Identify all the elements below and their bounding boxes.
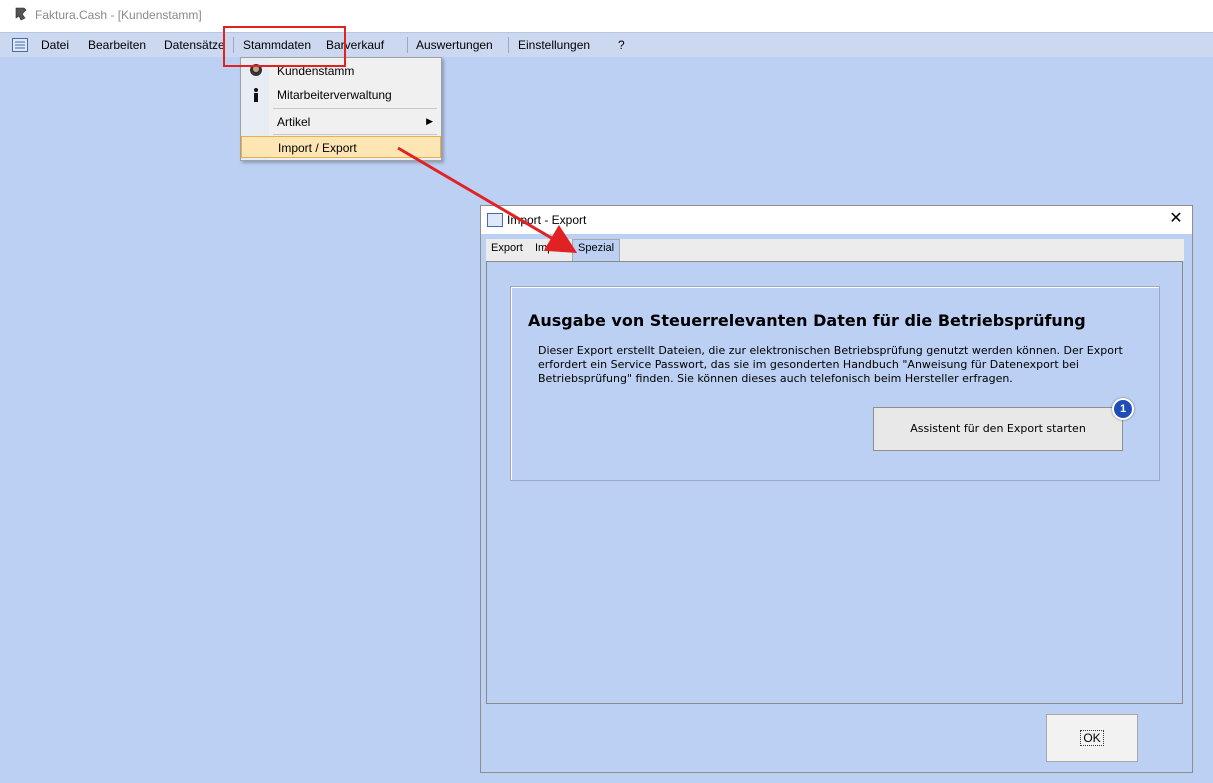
dialog-title: Import - Export <box>507 213 587 227</box>
menu-datensaetze[interactable]: Datensätze <box>164 38 225 52</box>
export-section: Ausgabe von Steuerrelevanten Daten für d… <box>510 286 1160 481</box>
dropdown-item-mitarbeiterverwaltung[interactable]: Mitarbeiterverwaltung <box>241 84 441 106</box>
ok-button[interactable]: OK <box>1046 714 1138 762</box>
step-badge: 1 <box>1112 398 1134 420</box>
form-icon <box>487 213 503 227</box>
start-export-wizard-button[interactable]: Assistent für den Export starten <box>873 407 1123 451</box>
tab-import[interactable]: Import <box>535 242 566 254</box>
menu-einstellungen[interactable]: Einstellungen <box>518 38 590 52</box>
menu-auswertungen[interactable]: Auswertungen <box>416 38 493 52</box>
dialog-titlebar: Import - Export ✕ <box>481 206 1192 234</box>
tabstrip: Export Import Spezial <box>486 239 1184 261</box>
menubar: Datei Bearbeiten Datensätze Stammdaten B… <box>0 32 1213 58</box>
import-export-dialog: Import - Export ✕ Export Import Spezial … <box>480 205 1193 773</box>
dropdown-item-label: Mitarbeiterverwaltung <box>277 88 392 102</box>
menu-separator <box>508 37 509 53</box>
person-icon <box>254 88 258 102</box>
dropdown-item-label: Artikel <box>277 115 311 129</box>
tab-spezial[interactable]: Spezial <box>572 239 621 261</box>
window-titlebar: Faktura.Cash - [Kundenstamm] <box>0 0 1213 32</box>
tab-panel-spezial: Ausgabe von Steuerrelevanten Daten für d… <box>486 261 1183 704</box>
dropdown-item-import-export[interactable]: Import / Export <box>241 136 441 158</box>
menu-datei[interactable]: Datei <box>41 38 69 52</box>
menu-help[interactable]: ? <box>618 38 625 52</box>
menu-bearbeiten[interactable]: Bearbeiten <box>88 38 146 52</box>
dropdown-item-label: Import / Export <box>278 141 357 155</box>
window-title: Faktura.Cash - [Kundenstamm] <box>35 8 202 22</box>
app-logo-icon <box>15 7 27 21</box>
menu-separator <box>407 37 408 53</box>
stammdaten-dropdown: Kundenstamm Mitarbeiterverwaltung Artike… <box>240 57 442 161</box>
section-title: Ausgabe von Steuerrelevanten Daten für d… <box>528 311 1086 330</box>
close-icon[interactable]: ✕ <box>1166 209 1186 229</box>
tab-export[interactable]: Export <box>491 242 523 254</box>
dropdown-separator <box>273 134 437 135</box>
ok-button-label: OK <box>1080 730 1104 746</box>
dropdown-separator <box>273 108 437 109</box>
form-menu-icon[interactable] <box>12 38 28 52</box>
dropdown-item-artikel[interactable]: Artikel ▶ <box>241 111 441 133</box>
submenu-arrow-icon: ▶ <box>426 116 433 126</box>
annotation-highlight-box <box>223 26 346 67</box>
section-description: Dieser Export erstellt Dateien, die zur … <box>538 344 1123 385</box>
